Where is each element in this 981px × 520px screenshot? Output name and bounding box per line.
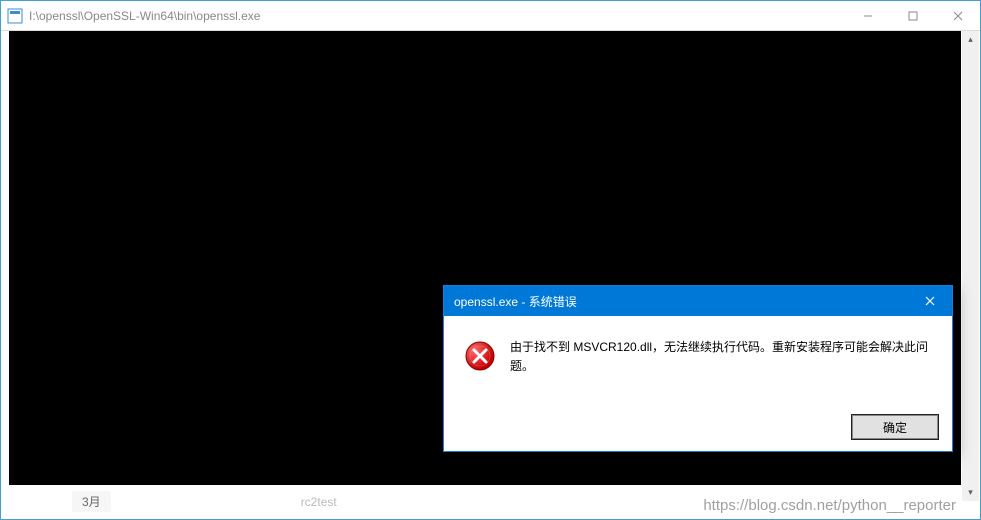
- window-title: I:\openssl\OpenSSL-Win64\bin\openssl.exe: [29, 9, 845, 23]
- error-icon: [464, 340, 496, 372]
- error-dialog: openssl.exe - 系统错误 由于找不到 MSVCR120.dll，无法…: [443, 285, 953, 452]
- dialog-body: 由于找不到 MSVCR120.dll，无法继续执行代码。重新安装程序可能会解决此…: [444, 316, 952, 386]
- watermark-text: https://blog.csdn.net/python__reporter: [703, 497, 956, 514]
- vertical-scrollbar[interactable]: ▴ ▾: [962, 31, 979, 501]
- app-icon: [7, 8, 23, 24]
- dialog-button-row: 确定: [852, 415, 938, 439]
- bottom-strip: 3月 rc2test https://blog.csdn.net/python_…: [2, 485, 962, 518]
- faded-file-label: rc2test: [301, 495, 337, 509]
- scroll-down-arrow[interactable]: ▾: [962, 484, 979, 501]
- folder-label: 3月: [72, 491, 111, 512]
- error-message: 由于找不到 MSVCR120.dll，无法继续执行代码。重新安装程序可能会解决此…: [510, 338, 932, 376]
- close-button[interactable]: [935, 1, 980, 30]
- dialog-title: openssl.exe - 系统错误: [454, 293, 907, 310]
- main-titlebar[interactable]: I:\openssl\OpenSSL-Win64\bin\openssl.exe: [1, 1, 980, 31]
- dialog-close-button[interactable]: [907, 286, 952, 316]
- ok-button[interactable]: 确定: [852, 415, 938, 439]
- window-controls: [845, 1, 980, 30]
- dialog-titlebar[interactable]: openssl.exe - 系统错误: [444, 286, 952, 316]
- minimize-button[interactable]: [845, 1, 890, 30]
- maximize-button[interactable]: [890, 1, 935, 30]
- scroll-up-arrow[interactable]: ▴: [962, 31, 979, 48]
